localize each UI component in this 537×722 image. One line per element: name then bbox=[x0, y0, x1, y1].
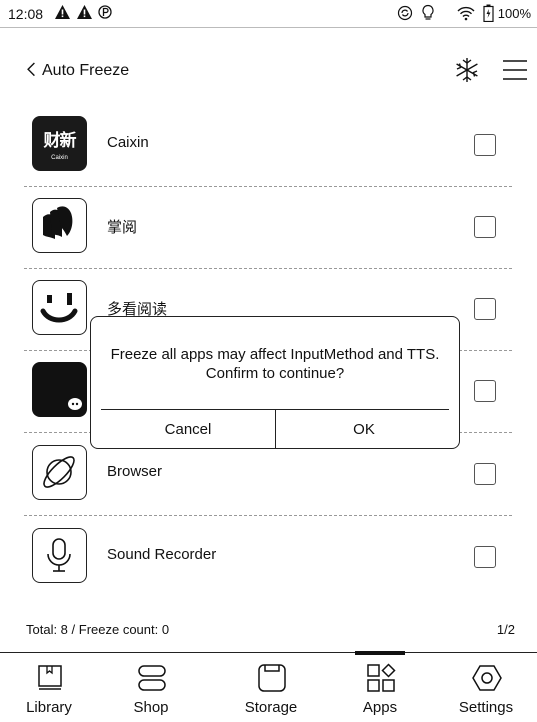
settings-icon bbox=[472, 665, 502, 691]
status-time: 12:08 bbox=[8, 6, 44, 22]
checkbox[interactable] bbox=[474, 134, 496, 156]
checkbox[interactable] bbox=[474, 380, 496, 402]
bulb-icon bbox=[422, 4, 434, 20]
wifi-icon bbox=[457, 6, 475, 21]
checkbox[interactable] bbox=[474, 298, 496, 320]
book-icon bbox=[38, 665, 62, 690]
divider bbox=[275, 410, 276, 448]
chat-app-icon bbox=[32, 362, 87, 417]
app-name: Browser bbox=[107, 463, 163, 480]
cancel-button[interactable]: Cancel bbox=[101, 411, 275, 447]
shop-icon bbox=[138, 665, 166, 691]
ok-button[interactable]: OK bbox=[277, 411, 451, 447]
bottom-tab-bar: Library Shop Storage Apps Settings bbox=[0, 651, 537, 722]
tab-shop[interactable]: Shop bbox=[106, 653, 196, 722]
checkbox[interactable] bbox=[474, 463, 496, 485]
sync-icon bbox=[397, 5, 412, 21]
parking-icon bbox=[98, 5, 112, 19]
warning-icon bbox=[77, 5, 92, 19]
page-indicator: 1/2 bbox=[496, 622, 515, 637]
status-bar: 12:08 100% bbox=[0, 0, 537, 28]
battery-percent: 100% bbox=[497, 5, 531, 21]
tab-storage[interactable]: Storage bbox=[226, 653, 316, 722]
app-name: Sound Recorder bbox=[107, 546, 217, 563]
tab-settings[interactable]: Settings bbox=[441, 653, 531, 722]
warning-icon bbox=[55, 5, 70, 19]
storage-icon bbox=[258, 664, 286, 692]
app-name: Caixin bbox=[107, 134, 149, 151]
caixin-icon: 财新 Caixin bbox=[32, 116, 87, 171]
planet-icon bbox=[32, 445, 87, 500]
list-item[interactable]: Sound Recorder bbox=[24, 516, 512, 598]
list-item[interactable]: 财新 Caixin Caixin bbox=[24, 104, 512, 186]
apps-icon bbox=[367, 663, 396, 692]
tab-library[interactable]: Library bbox=[4, 653, 94, 722]
dialog-message: Freeze all apps may affect InputMethod a… bbox=[110, 346, 440, 382]
microphone-icon bbox=[32, 528, 87, 583]
back-icon[interactable] bbox=[26, 60, 40, 80]
freeze-summary: Total: 8 / Freeze count: 0 bbox=[26, 622, 170, 637]
snowflake-icon[interactable] bbox=[453, 56, 481, 84]
list-item[interactable]: 掌阅 bbox=[24, 186, 512, 268]
checkbox[interactable] bbox=[474, 546, 496, 568]
duokan-icon bbox=[32, 280, 87, 335]
confirm-dialog: Freeze all apps may affect InputMethod a… bbox=[90, 316, 460, 449]
ireader-icon bbox=[32, 198, 87, 253]
battery-icon bbox=[483, 4, 494, 22]
page-title: Auto Freeze bbox=[42, 62, 130, 79]
tab-apps[interactable]: Apps bbox=[335, 651, 425, 722]
menu-icon[interactable] bbox=[502, 58, 528, 82]
app-name: 掌阅 bbox=[107, 218, 138, 236]
checkbox[interactable] bbox=[474, 216, 496, 238]
